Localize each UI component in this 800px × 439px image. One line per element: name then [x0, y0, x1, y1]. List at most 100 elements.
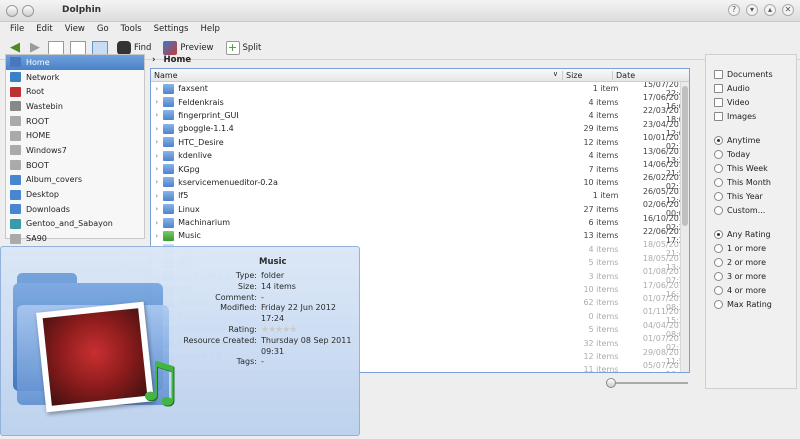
breadcrumb[interactable]: › Home — [152, 55, 191, 67]
menu-tools[interactable]: Tools — [121, 24, 142, 34]
scrollbar-thumb[interactable] — [682, 86, 688, 226]
column-size[interactable]: Size — [562, 70, 612, 80]
expand-arrow-icon[interactable]: › — [151, 98, 163, 106]
window-menu-icon[interactable] — [6, 4, 18, 17]
radio-button[interactable] — [714, 271, 723, 281]
file-row[interactable]: › lf5 1 item 26/05/2011 12:40 — [151, 187, 689, 205]
filter-4-or-more[interactable]: 4 or more — [706, 283, 796, 297]
expand-arrow-icon[interactable]: › — [151, 125, 163, 133]
filter-this-year[interactable]: This Year — [706, 189, 796, 203]
radio-button[interactable] — [714, 285, 723, 295]
radio-button[interactable] — [714, 191, 723, 201]
expand-arrow-icon[interactable]: › — [151, 219, 163, 227]
radio-button[interactable] — [714, 135, 723, 145]
expand-arrow-icon[interactable]: › — [151, 232, 163, 240]
filter-1-or-more[interactable]: 1 or more — [706, 241, 796, 255]
menu-go[interactable]: Go — [97, 24, 109, 34]
radio-button[interactable] — [714, 177, 723, 187]
place-downloads[interactable]: Downloads — [6, 202, 144, 217]
file-row[interactable]: › kdenlive 4 items 13/06/2011 13:22 — [151, 147, 689, 165]
file-row[interactable]: › Feldenkrais 4 items 17/06/2011 16:03 — [151, 93, 689, 111]
compact-view-icon[interactable] — [70, 40, 86, 55]
place-wastebin[interactable]: Wastebin — [6, 99, 144, 114]
filter-2-or-more[interactable]: 2 or more — [706, 255, 796, 269]
pin-icon[interactable] — [22, 4, 34, 17]
menu-help[interactable]: Help — [201, 24, 220, 34]
filter-video[interactable]: Video — [706, 95, 796, 109]
rating-stars-icon[interactable]: ★★★★★ — [261, 325, 297, 335]
filter-anytime[interactable]: Anytime — [706, 133, 796, 147]
zoom-slider[interactable] — [606, 378, 690, 388]
place-root[interactable]: ROOT — [6, 114, 144, 129]
menu-view[interactable]: View — [65, 24, 85, 34]
filter-any-rating[interactable]: Any Rating — [706, 227, 796, 241]
back-icon[interactable]: ◀ — [8, 41, 22, 54]
filter-today[interactable]: Today — [706, 147, 796, 161]
expand-arrow-icon[interactable]: › — [151, 192, 163, 200]
place-gentoo-and-sabayon[interactable]: Gentoo_and_Sabayon — [6, 217, 144, 232]
zoom-track[interactable] — [612, 382, 688, 384]
details-view-icon[interactable] — [92, 40, 108, 55]
filter-images[interactable]: Images — [706, 109, 796, 123]
expand-arrow-icon[interactable]: › — [151, 152, 163, 160]
place-home[interactable]: HOME — [6, 128, 144, 143]
help-window-button[interactable]: ? — [728, 4, 740, 16]
minimize-button[interactable]: ▾ — [746, 4, 758, 16]
close-button[interactable]: ✕ — [782, 4, 794, 16]
filter-max-rating[interactable]: Max Rating — [706, 297, 796, 311]
place-root[interactable]: Root — [6, 84, 144, 99]
checkbox[interactable] — [714, 83, 723, 93]
breadcrumb-location[interactable]: Home — [164, 55, 192, 67]
expand-arrow-icon[interactable]: › — [151, 111, 163, 119]
file-row[interactable]: › HTC_Desire 12 items 10/01/2012 02:11 — [151, 133, 689, 151]
maximize-button[interactable]: ▴ — [764, 4, 776, 16]
file-row[interactable]: › gboggle-1.1.4 29 items 23/04/2012 12:08 — [151, 120, 689, 138]
file-row[interactable]: › KGpg 7 items 14/06/2012 21:59 — [151, 160, 689, 178]
radio-button[interactable] — [714, 243, 723, 253]
file-row[interactable]: › Linux 27 items 02/06/2012 00:00 — [151, 200, 689, 218]
checkbox[interactable] — [714, 97, 723, 107]
radio-button[interactable] — [714, 257, 723, 267]
preview-button[interactable]: Preview — [160, 39, 216, 57]
expand-arrow-icon[interactable]: › — [151, 165, 163, 173]
place-desktop[interactable]: Desktop — [6, 187, 144, 202]
column-date[interactable]: Date — [612, 70, 689, 80]
forward-icon[interactable]: ▶ — [28, 41, 42, 54]
title-bar[interactable]: Dolphin ? ▾ ▴ ✕ — [0, 0, 800, 22]
expand-arrow-icon[interactable]: › — [151, 178, 163, 186]
filter-custom-[interactable]: Custom... — [706, 203, 796, 217]
checkbox[interactable] — [714, 111, 723, 121]
radio-button[interactable] — [714, 205, 723, 215]
radio-button[interactable] — [714, 163, 723, 173]
zoom-knob[interactable] — [606, 378, 616, 388]
radio-button[interactable] — [714, 299, 723, 309]
file-row[interactable]: › kservicemenueditor-0.2a 10 items 26/02/20… — [151, 173, 689, 191]
expand-arrow-icon[interactable]: › — [151, 138, 163, 146]
expand-arrow-icon[interactable]: › — [151, 85, 163, 93]
checkbox[interactable] — [714, 69, 723, 79]
vertical-scrollbar[interactable] — [680, 82, 689, 372]
filter-this-week[interactable]: This Week — [706, 161, 796, 175]
radio-button[interactable] — [714, 149, 723, 159]
file-row[interactable]: › Music 13 items 22/06/2012 17:24 — [151, 227, 689, 245]
column-name[interactable]: Name ∨ — [151, 70, 562, 80]
place-sa90[interactable]: SA90 — [6, 231, 144, 246]
radio-button[interactable] — [714, 229, 723, 239]
filter-3-or-more[interactable]: 3 or more — [706, 269, 796, 283]
filter-this-month[interactable]: This Month — [706, 175, 796, 189]
menu-edit[interactable]: Edit — [36, 24, 52, 34]
place-windows7[interactable]: Windows7 — [6, 143, 144, 158]
file-row[interactable]: › fingerprint_GUI 4 items 22/03/2012 18:00 — [151, 106, 689, 124]
filter-audio[interactable]: Audio — [706, 81, 796, 95]
place-home[interactable]: Home — [6, 55, 144, 70]
split-button[interactable]: + Split — [223, 39, 265, 57]
file-row[interactable]: › Machinarium 6 items 16/10/2011 02:28 — [151, 214, 689, 232]
menu-file[interactable]: File — [10, 24, 24, 34]
file-row[interactable]: › faxsent 1 item 15/07/2011 22:44 — [151, 82, 689, 98]
place-boot[interactable]: BOOT — [6, 158, 144, 173]
menu-settings[interactable]: Settings — [154, 24, 189, 34]
expand-arrow-icon[interactable]: › — [151, 205, 163, 213]
icons-view-icon[interactable] — [48, 40, 64, 55]
filter-documents[interactable]: Documents — [706, 67, 796, 81]
place-network[interactable]: Network — [6, 70, 144, 85]
